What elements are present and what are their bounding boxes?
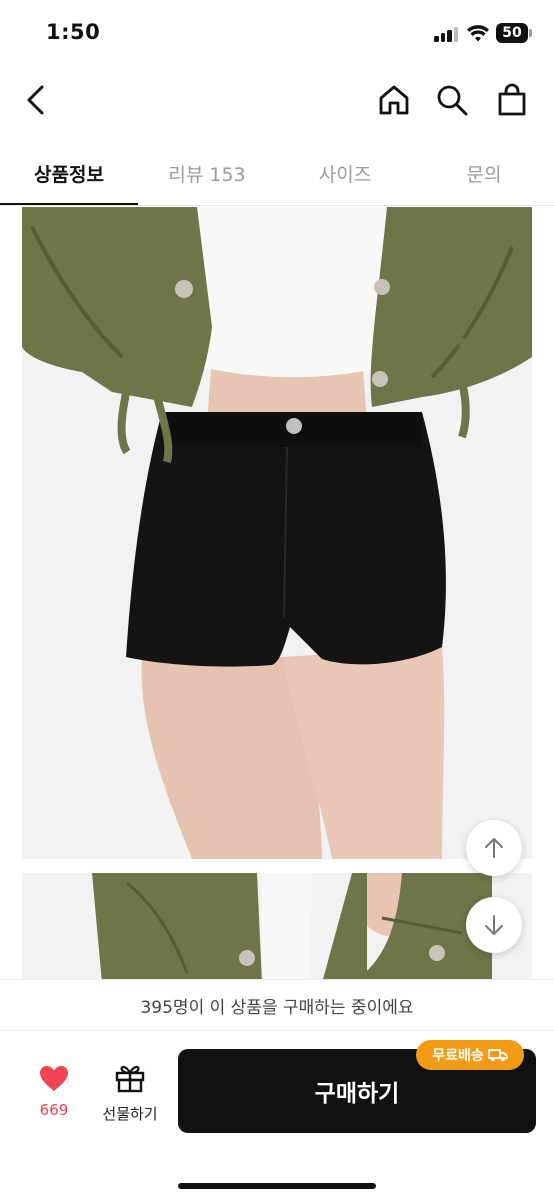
tabs-divider [0, 205, 554, 206]
tab-inquiry[interactable]: 문의 [414, 140, 554, 206]
bottom-action-bar: 669 선물하기 구매하기 무료배송 [0, 1031, 554, 1200]
heart-icon [40, 1066, 68, 1091]
like-button[interactable]: 669 [28, 1065, 80, 1125]
like-count: 669 [39, 1101, 69, 1119]
free-shipping-badge: 무료배송 [416, 1040, 524, 1070]
product-image [22, 207, 532, 859]
home-button[interactable] [374, 80, 414, 120]
home-indicator [178, 1183, 376, 1189]
delivery-truck-icon [487, 1049, 508, 1062]
scroll-down-button[interactable] [466, 897, 522, 953]
shopping-bag-icon [498, 83, 526, 116]
arrow-up-icon [485, 838, 503, 858]
tab-reviews[interactable]: 리뷰 153 [138, 140, 276, 206]
purchase-activity-text: 395명이 이 상품을 구매하는 중이에요 [140, 997, 414, 1018]
product-tabs: 상품정보 리뷰 153 사이즈 문의 [0, 140, 554, 206]
gift-button[interactable]: 선물하기 [96, 1063, 164, 1127]
purchase-activity-banner: 395명이 이 상품을 구매하는 중이에요 [0, 979, 554, 1031]
battery-icon: 50 [496, 23, 532, 43]
product-detail-screen: 1:50 50 상품정보 리뷰 153 사이즈 문의 395명이 이 상품을 구… [0, 0, 554, 1200]
tab-size[interactable]: 사이즈 [276, 140, 414, 206]
home-icon [379, 85, 409, 115]
free-shipping-label: 무료배송 [432, 1048, 484, 1064]
battery-level: 50 [496, 23, 528, 43]
product-image [22, 873, 532, 983]
nav-bar [0, 66, 554, 138]
gift-icon [115, 1065, 145, 1093]
back-icon [27, 85, 44, 115]
cellular-signal-icon [434, 26, 460, 42]
gift-label: 선물하기 [102, 1105, 158, 1123]
status-bar: 1:50 50 [0, 0, 554, 66]
tab-product-info[interactable]: 상품정보 [0, 140, 138, 206]
scroll-up-button[interactable] [466, 820, 522, 876]
cart-button[interactable] [492, 80, 532, 120]
search-button[interactable] [432, 80, 472, 120]
wifi-icon [467, 25, 489, 42]
status-time: 1:50 [46, 20, 101, 44]
search-icon [437, 85, 468, 116]
arrow-down-icon [485, 915, 503, 935]
back-button[interactable] [16, 80, 56, 120]
